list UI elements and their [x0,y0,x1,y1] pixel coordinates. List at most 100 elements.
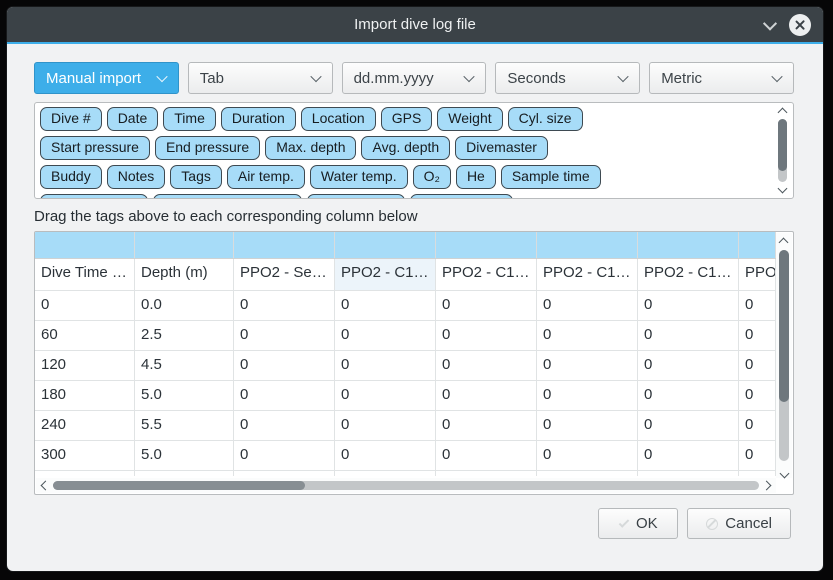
table-cell: 5.0 [135,381,234,410]
dialog-content: Manual import Tab dd.mm.yyyy Seconds Met… [7,44,823,539]
tag-tags[interactable]: Tags [170,165,222,189]
tag-o[interactable]: O₂ [413,165,451,189]
scrollbar-thumb[interactable] [779,250,789,402]
table-row[interactable]: 602.5000000 [35,320,776,350]
tag-cyl-size[interactable]: Cyl. size [508,107,583,131]
table-cell: 180 [35,381,135,410]
table-cell: 0 [436,321,537,350]
cancel-button[interactable]: Cancel [687,508,791,539]
tag-drop-cell[interactable] [335,232,436,258]
column-header-ppo2-c1[interactable]: PPO2 - C1… [335,259,436,290]
table-cell: 0 [436,441,537,470]
column-header-depth-m[interactable]: Depth (m) [135,259,234,290]
tags-vertical-scrollbar[interactable] [775,104,791,197]
table-row[interactable]: 1204.5000000 [35,350,776,380]
tag-divemaster[interactable]: Divemaster [455,136,548,160]
tag-sample-cns[interactable]: Sample CNS [410,194,513,198]
table-row[interactable]: 1805.0000000 [35,380,776,410]
tag-duration[interactable]: Duration [221,107,296,131]
tag-air-temp[interactable]: Air temp. [227,165,305,189]
table-cell: 0 [234,441,335,470]
table-cell: 0 [537,351,638,380]
tag-sample-time[interactable]: Sample time [501,165,601,189]
field-separator-combo[interactable]: Tab [188,62,333,94]
scroll-up-icon[interactable] [779,238,789,248]
table-cell: 0.0 [135,291,234,320]
tag-drop-cell[interactable] [638,232,739,258]
table-row[interactable]: 3005.0000000 [35,440,776,470]
table-horizontal-scrollbar[interactable] [36,478,776,493]
table-partial-row [35,470,776,476]
tag-gps[interactable]: GPS [381,107,433,131]
import-dive-log-dialog: Import dive log file Manual import Tab d… [6,6,824,572]
column-header-dive-time[interactable]: Dive Time … [35,259,135,290]
table-cell: 0 [638,351,739,380]
table-cell: 0 [436,351,537,380]
tag-row: Sample depth Sample temperature Sample pO₂… [40,194,773,198]
tag-drop-cell[interactable] [35,232,135,258]
table-cell: 0 [739,441,776,470]
import-preview-table: Dive Time …Depth (m)PPO2 - Se…PPO2 - C1…… [34,231,794,495]
tag-time[interactable]: Time [163,107,216,131]
scroll-down-icon[interactable] [778,184,788,194]
tag-start-pressure[interactable]: Start pressure [40,136,150,160]
units-combo[interactable]: Metric [649,62,794,94]
table-cell: 0 [234,381,335,410]
tag-location[interactable]: Location [301,107,376,131]
tag-sample-temperature[interactable]: Sample temperature [153,194,302,198]
tag-he[interactable]: He [456,165,496,189]
tag-row: Dive #DateTimeDurationLocationGPSWeightC… [40,107,773,131]
tag-drop-cell[interactable] [436,232,537,258]
table-header-row: Dive Time …Depth (m)PPO2 - Se…PPO2 - C1…… [35,259,776,290]
table-row[interactable]: 2405.5000000 [35,410,776,440]
tag-date[interactable]: Date [107,107,159,131]
scroll-up-icon[interactable] [778,108,788,118]
table-cell [234,471,335,476]
column-header-ppo2[interactable]: PPO2 [739,259,776,290]
tag-drop-row[interactable] [35,232,776,259]
scroll-left-icon[interactable] [41,481,51,491]
table-cell [35,471,135,476]
table-vertical-scrollbar[interactable] [776,233,792,478]
tag-drop-cell[interactable] [537,232,638,258]
instruction-text: Drag the tags above to each correspondin… [34,208,794,225]
column-header-ppo2-se[interactable]: PPO2 - Se… [234,259,335,290]
table-cell [739,471,776,476]
scroll-right-icon[interactable] [762,481,772,491]
ok-button[interactable]: OK [598,508,678,539]
tag-water-temp[interactable]: Water temp. [310,165,408,189]
table-cell: 0 [638,381,739,410]
tag-drop-cell[interactable] [234,232,335,258]
table-row[interactable]: 00.0000000 [35,290,776,320]
date-format-combo[interactable]: dd.mm.yyyy [342,62,487,94]
tag-avg-depth[interactable]: Avg. depth [361,136,450,160]
tag-notes[interactable]: Notes [107,165,166,189]
checkmark-icon [619,517,630,528]
duration-format-combo[interactable]: Seconds [495,62,640,94]
chevron-down-icon [310,71,321,82]
titlebar[interactable]: Import dive log file [7,7,823,44]
scrollbar-thumb[interactable] [778,119,787,171]
tag-dive[interactable]: Dive # [40,107,102,131]
import-source-combo[interactable]: Manual import [34,62,179,94]
scrollbar-thumb[interactable] [53,481,305,490]
tag-drop-cell[interactable] [135,232,234,258]
tag-end-pressure[interactable]: End pressure [155,136,260,160]
tag-buddy[interactable]: Buddy [40,165,102,189]
tag-sample-po[interactable]: Sample pO₂ [307,194,404,198]
chevron-down-icon [618,71,629,82]
table-cell: 0 [638,321,739,350]
column-header-ppo2-c1[interactable]: PPO2 - C1… [436,259,537,290]
tag-weight[interactable]: Weight [437,107,502,131]
tag-sample-depth[interactable]: Sample depth [40,194,148,198]
tag-drop-cell[interactable] [739,232,776,258]
column-header-ppo2-c1[interactable]: PPO2 - C1… [638,259,739,290]
window-close-button[interactable] [789,14,811,36]
combo-value: Seconds [507,70,565,87]
table-cell: 0 [335,321,436,350]
table-cell: 0 [335,411,436,440]
table-cell: 0 [739,321,776,350]
tag-max-depth[interactable]: Max. depth [265,136,356,160]
column-header-ppo2-c1[interactable]: PPO2 - C1… [537,259,638,290]
window-shade-chevron-down-icon[interactable] [763,16,777,30]
